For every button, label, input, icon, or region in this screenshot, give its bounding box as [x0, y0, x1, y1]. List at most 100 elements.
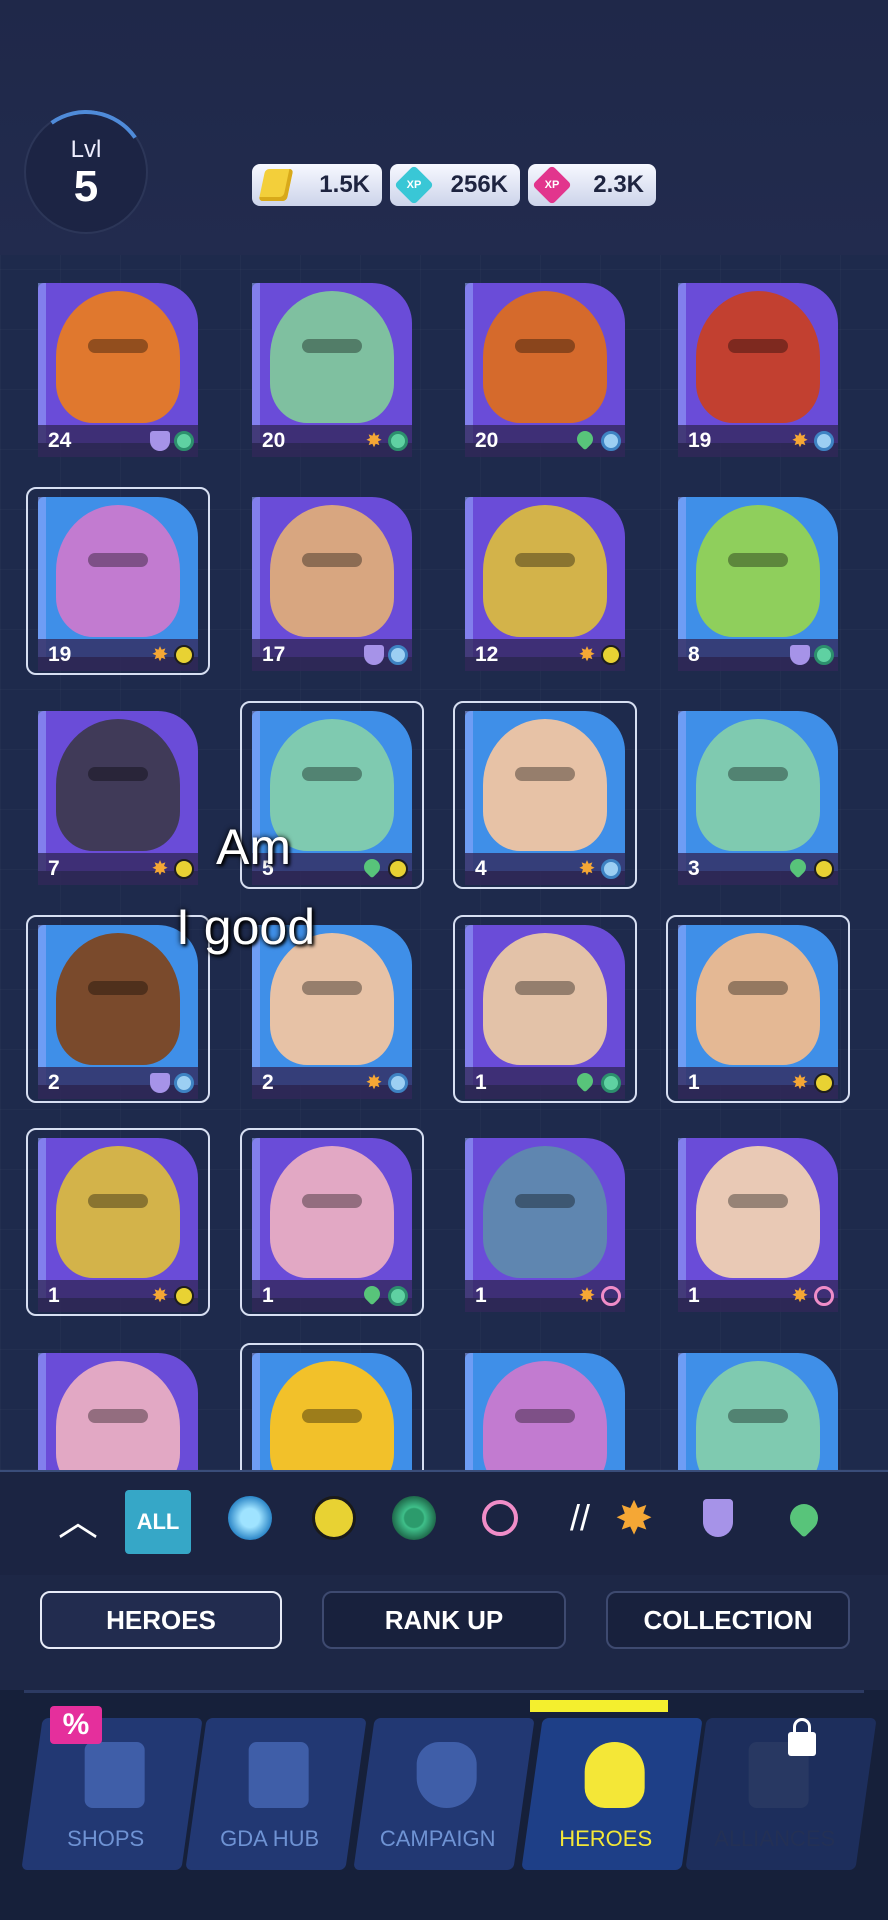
hero-level: 1	[475, 1284, 487, 1307]
nav-campaign[interactable]: CAMPAIGN	[353, 1718, 535, 1870]
caption-line-1: Am	[216, 819, 291, 875]
hero-card[interactable]	[240, 1343, 424, 1470]
star-icon: ✸	[365, 1072, 383, 1094]
star-icon: ✸	[578, 644, 596, 666]
hero-card[interactable]: 19 ✸	[666, 273, 850, 461]
nav-gda-hub[interactable]: GDA HUB	[185, 1718, 367, 1870]
star-icon: ✸	[791, 430, 809, 452]
hero-card[interactable]: 7 ✸	[26, 701, 210, 889]
filter-all-button[interactable]: ALL	[125, 1490, 191, 1554]
hero-portrait	[696, 719, 820, 851]
hero-portrait	[270, 1146, 394, 1278]
hero-card[interactable]: 1 ✸	[666, 915, 850, 1103]
campaign-shield-icon	[416, 1742, 477, 1808]
chevron-up-icon[interactable]: ︿	[48, 1488, 108, 1548]
filter-separator: //	[569, 1497, 590, 1538]
hero-level: 20	[475, 429, 499, 452]
hero-card[interactable]: 8	[666, 487, 850, 675]
star-icon: ✸	[365, 430, 383, 452]
cosmic-filter-icon[interactable]	[220, 1488, 280, 1548]
tab-rank-up[interactable]: RANK UP	[322, 1591, 566, 1649]
hero-portrait	[270, 505, 394, 637]
nav-alliances[interactable]: ALLIANCES	[685, 1718, 877, 1870]
lock-icon	[788, 1718, 816, 1756]
globe-icon	[174, 1286, 194, 1306]
hero-card[interactable]: 17	[240, 487, 424, 675]
hero-card[interactable]: 12 ✸	[453, 487, 637, 675]
handcuffs-icon	[814, 1286, 834, 1306]
blue-xp-value: 256K	[450, 171, 508, 198]
hero-card[interactable]: 19 ✸	[26, 487, 210, 675]
hero-level: 17	[262, 643, 286, 666]
gold-value: 1.5K	[319, 171, 370, 198]
hero-portrait	[483, 291, 607, 423]
shop-promo-badge: %	[50, 1706, 102, 1744]
hero-level: 2	[48, 1071, 60, 1094]
hero-card[interactable]: 20	[453, 273, 637, 461]
hero-card[interactable]	[666, 1343, 850, 1470]
tech-icon	[174, 431, 194, 451]
shield-filter-icon[interactable]	[688, 1488, 748, 1548]
cosmic-icon	[174, 1073, 194, 1093]
hero-portrait	[56, 291, 180, 423]
hero-tabs: HEROES RANK UP COLLECTION	[0, 1575, 888, 1675]
nav-heroes-label: HEROES	[559, 1826, 653, 1851]
hero-portrait	[56, 505, 180, 637]
hero-card[interactable]: 3	[666, 701, 850, 889]
nav-heroes[interactable]: HEROES	[521, 1718, 703, 1870]
heart-filter-icon[interactable]	[774, 1488, 834, 1548]
globe-icon	[174, 645, 194, 665]
tab-heroes[interactable]: HEROES	[40, 1591, 282, 1649]
gold-bar-icon	[258, 166, 294, 204]
hero-level: 24	[48, 429, 72, 452]
shield-icon	[150, 1073, 170, 1093]
hero-level: 1	[262, 1284, 274, 1307]
hero-portrait	[696, 505, 820, 637]
hero-level: 19	[688, 429, 712, 452]
hub-icon	[248, 1742, 309, 1808]
handcuffs-icon	[601, 1286, 621, 1306]
shop-icon	[84, 1742, 145, 1808]
hero-level: 20	[262, 429, 286, 452]
gold-currency[interactable]: 1.5K	[252, 164, 382, 206]
hero-level: 1	[48, 1284, 60, 1307]
star-icon: ✸	[151, 644, 169, 666]
hero-level: 3	[688, 857, 700, 880]
player-level-badge[interactable]: Lvl 5	[14, 100, 158, 244]
globe-icon	[814, 859, 834, 879]
shield-icon	[790, 645, 810, 665]
nav-divider	[24, 1690, 864, 1693]
hero-portrait	[483, 505, 607, 637]
hero-card[interactable]: 1	[240, 1128, 424, 1316]
hero-card[interactable]	[453, 1343, 637, 1470]
hero-grid[interactable]: 24 20 ✸ 20 19 ✸ 19 ✸ 17 12 ✸ 8 7 ✸ 5 4 ✸ 3 2 2 ✸ 1 1 ✸ 1 ✸ 1 1 ✸ 1 ✸	[0, 255, 888, 1470]
hero-portrait	[270, 291, 394, 423]
star-icon: ✸	[791, 1285, 809, 1307]
caption-line-2: I good	[176, 899, 316, 955]
blue-xp-currency[interactable]: XP 256K	[390, 164, 520, 206]
handcuffs-filter-icon[interactable]	[470, 1488, 530, 1548]
hero-card[interactable]: 1 ✸	[453, 1128, 637, 1316]
tab-collection[interactable]: COLLECTION	[606, 1591, 850, 1649]
hero-card[interactable]: 1 ✸	[26, 1128, 210, 1316]
hero-level: 1	[475, 1071, 487, 1094]
hero-level: 4	[475, 857, 487, 880]
nav-shops[interactable]: SHOPS	[21, 1718, 203, 1870]
globe-icon	[388, 859, 408, 879]
star-icon: ✸	[578, 1285, 596, 1307]
star-icon: ✸	[578, 858, 596, 880]
globe-filter-icon[interactable]	[304, 1488, 364, 1548]
star-filter-icon[interactable]: ✸	[604, 1488, 664, 1548]
nav-alliances-label: ALLIANCES	[714, 1826, 836, 1851]
hero-card[interactable]	[26, 1343, 210, 1470]
globe-icon	[601, 645, 621, 665]
hero-card[interactable]: 24	[26, 273, 210, 461]
hero-card[interactable]: 20 ✸	[240, 273, 424, 461]
hero-card[interactable]: 1	[453, 915, 637, 1103]
hero-level: 8	[688, 643, 700, 666]
filter-divider	[0, 1470, 888, 1472]
pink-xp-currency[interactable]: XP 2.3K	[528, 164, 656, 206]
tech-filter-icon[interactable]	[384, 1488, 444, 1548]
hero-card[interactable]: 1 ✸	[666, 1128, 850, 1316]
hero-card[interactable]: 4 ✸	[453, 701, 637, 889]
